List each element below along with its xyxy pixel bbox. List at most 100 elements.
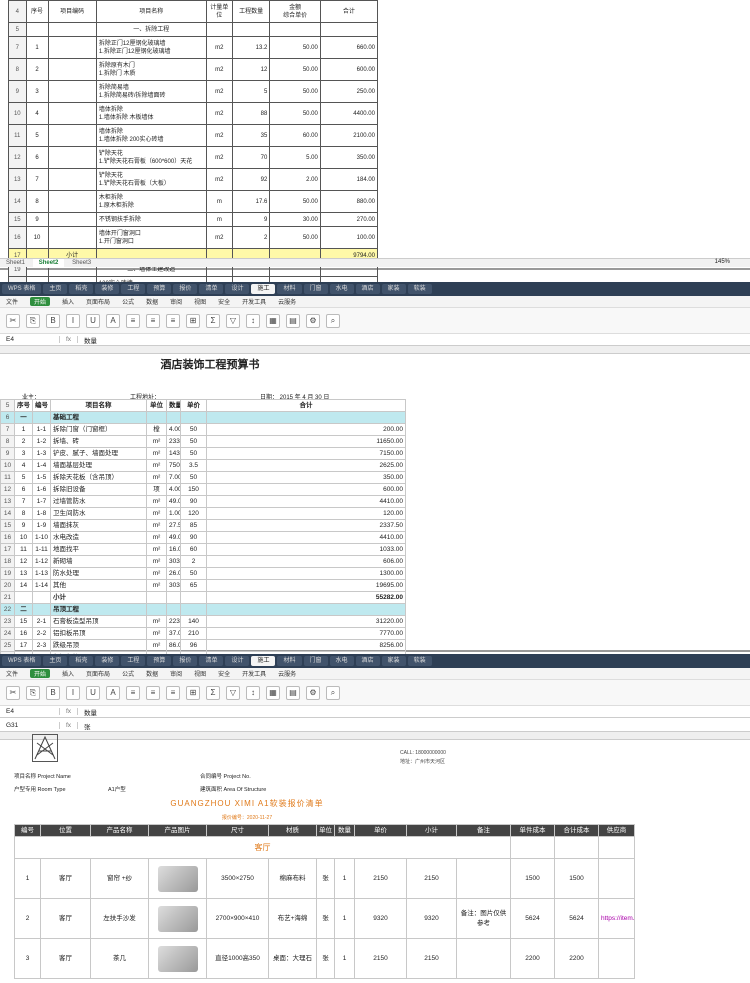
cell-sub[interactable]: 2150: [406, 938, 457, 979]
cell-rn[interactable]: 8: [8, 58, 27, 81]
window-tab[interactable]: 稻壳: [69, 284, 94, 294]
cell-unit[interactable]: 项: [146, 483, 167, 496]
cell-price[interactable]: 30.00: [269, 212, 321, 227]
cell-seq[interactable]: 8: [25, 190, 49, 213]
cell-price[interactable]: 65: [180, 579, 207, 592]
cell-unit[interactable]: m2: [205, 80, 233, 103]
menu-item[interactable]: 页面布局: [86, 669, 110, 678]
cell-price[interactable]: 60.00: [269, 124, 321, 147]
cell-name[interactable]: 茶几: [90, 938, 149, 979]
underline-icon[interactable]: U: [86, 685, 100, 700]
cell-name[interactable]: 地面找平: [50, 543, 147, 556]
menu-item[interactable]: 插入: [62, 297, 74, 306]
window-tab[interactable]: 工程: [121, 656, 146, 666]
cell-total[interactable]: 4410.00: [206, 531, 406, 544]
cell-name[interactable]: 墙面抹灰: [50, 519, 147, 532]
cell-unit[interactable]: 张: [316, 858, 335, 899]
window-tab[interactable]: 预算: [147, 656, 172, 666]
cell-no[interactable]: 1: [14, 858, 41, 899]
cell-price[interactable]: 60: [180, 543, 207, 556]
cell-total[interactable]: 270.00: [319, 212, 379, 227]
menu-item[interactable]: 数据: [146, 297, 158, 306]
cell-name[interactable]: 其他: [50, 579, 147, 592]
cell-mat[interactable]: 布艺+海绵: [268, 898, 317, 939]
cell-name[interactable]: 拆除天花板（含吊顶）: [50, 471, 147, 484]
cell-seq[interactable]: 4: [25, 102, 49, 125]
bold-icon[interactable]: B: [46, 685, 60, 700]
align-left-icon[interactable]: ≡: [126, 685, 140, 700]
cell-unit[interactable]: m2: [205, 168, 233, 191]
cell-name[interactable]: 墙体拆除 1.墙体拆除 200实心砖墙: [95, 124, 207, 147]
italic-icon[interactable]: I: [66, 313, 80, 328]
window-tab[interactable]: 门窗: [303, 656, 328, 666]
cell-rn[interactable]: 10: [8, 102, 27, 125]
cell-total[interactable]: 1300.00: [206, 567, 406, 580]
cell-loc[interactable]: 客厅: [40, 858, 91, 899]
cell-mat[interactable]: 桌面：大理石: [268, 938, 317, 979]
cell-qty[interactable]: 2: [231, 226, 271, 249]
table-icon[interactable]: ▤: [286, 313, 300, 328]
cell-rn[interactable]: 13: [8, 168, 27, 191]
cell-seq[interactable]: 2: [14, 435, 33, 448]
cell-no[interactable]: 3: [14, 938, 41, 979]
cell-code[interactable]: 1-14: [32, 579, 51, 592]
cell-price[interactable]: 85: [180, 519, 207, 532]
format-icon[interactable]: ▦: [266, 313, 280, 328]
cell-seq[interactable]: 14: [14, 579, 33, 592]
window-tab[interactable]: 软装: [407, 284, 432, 294]
cell-qty[interactable]: 1.00: [166, 507, 181, 520]
window-tab[interactable]: 装修: [95, 284, 120, 294]
cell-seq[interactable]: 11: [14, 543, 33, 556]
table-icon[interactable]: ▤: [286, 685, 300, 700]
cell-price[interactable]: 210: [180, 627, 207, 640]
cell-qty[interactable]: 26.00: [166, 567, 181, 580]
cell-qty[interactable]: 35: [231, 124, 271, 147]
cell-note[interactable]: [456, 858, 511, 899]
menu-item[interactable]: 开发工具: [242, 297, 266, 306]
cell-name[interactable]: 拆除门窗（门窗框）: [50, 423, 147, 436]
cell-loc[interactable]: 客厅: [40, 898, 91, 939]
cell-price[interactable]: 2150: [354, 938, 407, 979]
cell-rn[interactable]: 16: [8, 226, 27, 249]
window-tab[interactable]: 家装: [381, 284, 406, 294]
cell-qty[interactable]: 49.00: [166, 531, 181, 544]
cell-unit[interactable]: m²: [146, 447, 167, 460]
menu-item[interactable]: 视图: [194, 297, 206, 306]
cell-qty[interactable]: 5: [231, 80, 271, 103]
cell-name[interactable]: 木柜拆除 1.原木柜拆除: [95, 190, 207, 213]
find-icon[interactable]: ⌕: [326, 313, 340, 328]
settings-icon[interactable]: ⚙: [306, 313, 320, 328]
cell-c1[interactable]: 5624: [510, 898, 555, 939]
cell-price[interactable]: 50: [180, 471, 207, 484]
cell-price[interactable]: 50: [180, 435, 207, 448]
cell-price[interactable]: 50: [180, 447, 207, 460]
cell-name[interactable]: 铲皮、腻子、墙面处理: [50, 447, 147, 460]
sum-icon[interactable]: Σ: [206, 685, 220, 700]
sheet-tab[interactable]: Sheet1: [0, 259, 31, 268]
cell-qty[interactable]: 12: [231, 58, 271, 81]
cell-size[interactable]: 直径1000高350: [206, 938, 269, 979]
cell-code[interactable]: [47, 58, 97, 81]
formula-input[interactable]: 数量: [78, 335, 97, 345]
cell-seq[interactable]: 9: [25, 212, 49, 227]
cell-qty[interactable]: 70: [231, 146, 271, 169]
cell-seq[interactable]: 5: [25, 124, 49, 147]
cell-total[interactable]: 2100.00: [319, 124, 379, 147]
cell-seq[interactable]: 10: [14, 531, 33, 544]
find-icon[interactable]: ⌕: [326, 685, 340, 700]
cell-qty[interactable]: 4.00: [166, 423, 181, 436]
copy-icon[interactable]: ⎘: [26, 313, 40, 328]
cell-unit[interactable]: 张: [316, 898, 335, 939]
align-right-icon[interactable]: ≡: [166, 313, 180, 328]
window-tab[interactable]: 报价: [173, 284, 198, 294]
cell-code[interactable]: 1-12: [32, 555, 51, 568]
fx-icon[interactable]: fx: [60, 722, 78, 729]
filter-icon[interactable]: ▽: [226, 685, 240, 700]
cell-total[interactable]: 880.00: [319, 190, 379, 213]
cell-seq[interactable]: 16: [14, 627, 33, 640]
cell-seq[interactable]: 13: [14, 567, 33, 580]
cell-code[interactable]: [47, 190, 97, 213]
cell-note[interactable]: 备注：图片仅供参考: [456, 898, 511, 939]
window-tab[interactable]: 软装: [407, 656, 432, 666]
cell-unit[interactable]: m²: [146, 555, 167, 568]
